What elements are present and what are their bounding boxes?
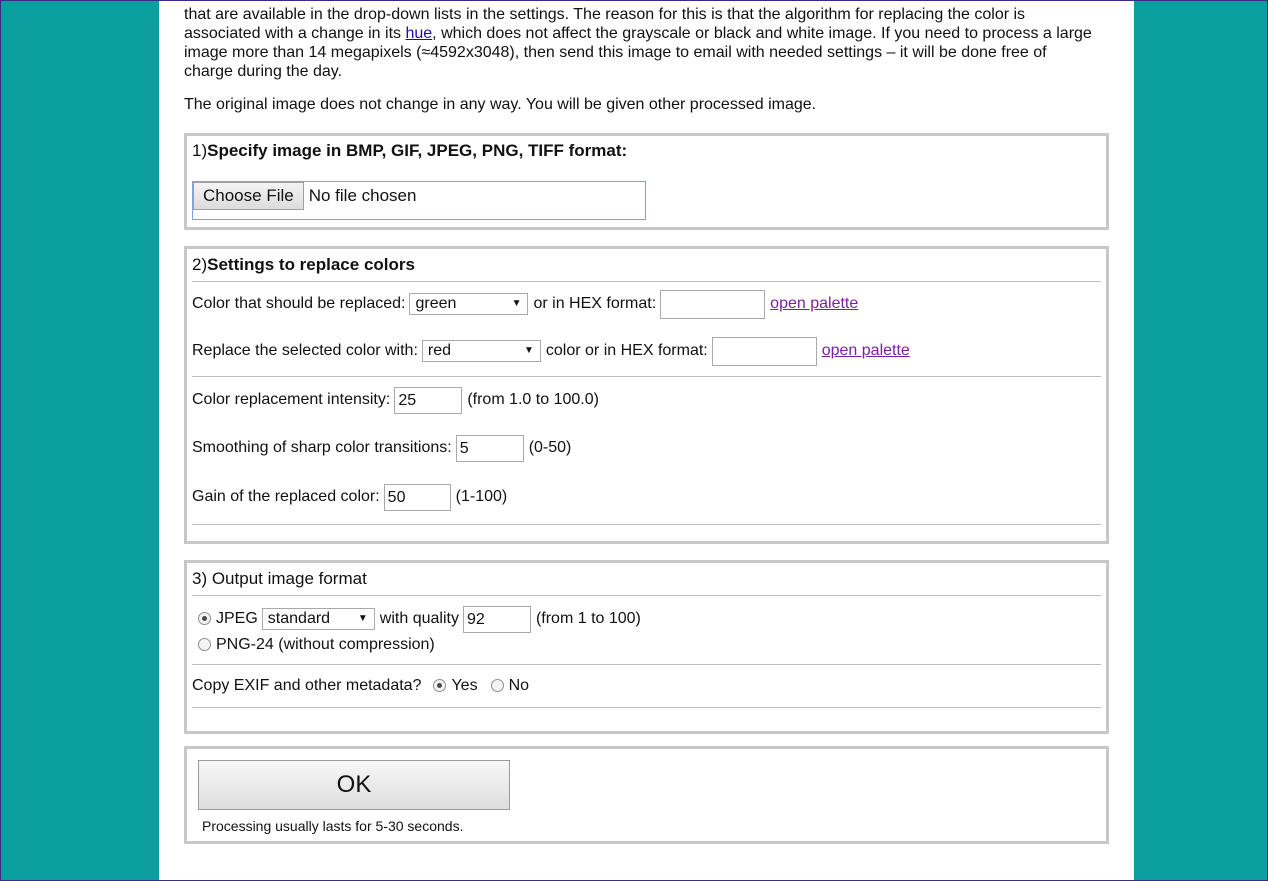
section2-title: Settings to replace colors [207,255,415,274]
gain-row: Gain of the replaced color: 50 (1-100) [192,473,1101,521]
divider [192,707,1101,708]
intensity-input[interactable]: 25 [394,386,463,414]
replace-color-row: Color that should be replaced: green ▼ o… [192,282,1101,326]
smoothing-input[interactable]: 5 [455,434,524,462]
png-label: PNG-24 (without compression) [216,636,435,653]
quality-input[interactable]: 92 [462,605,531,633]
jpeg-mode-value: standard [267,610,331,627]
exif-no-radio[interactable] [490,678,504,692]
exif-no-label: No [508,677,530,694]
intro-line-2-rest: , which does not affect the grayscale or… [432,25,1092,42]
section1-title: Specify image in BMP, GIF, JPEG, PNG, TI… [207,141,628,160]
replace-with-row: Replace the selected color with: red ▼ c… [192,326,1101,376]
open-palette-link-1[interactable]: open palette [770,295,858,313]
ok-button[interactable]: OK [198,760,510,810]
quality-range: (from 1 to 100) [535,610,641,627]
open-palette-link-2[interactable]: open palette [822,342,910,360]
chevron-down-icon: ▼ [357,613,368,624]
replace-color-label: Color that should be replaced: [192,295,406,312]
with-hex-label: color or in HEX format: [545,342,708,359]
intensity-row: Color replacement intensity: 25 (from 1.… [192,377,1101,423]
divider [192,524,1101,525]
section2-number: 2) [192,255,208,274]
intensity-range: (from 1.0 to 100.0) [467,391,599,408]
smoothing-label: Smoothing of sharp color transitions: [192,439,452,456]
section1-number: 1) [192,141,208,160]
intensity-label: Color replacement intensity: [192,391,391,408]
replace-color-select[interactable]: green ▼ [409,293,529,315]
section1-heading: 1) Specify image in BMP, GIF, JPEG, PNG,… [192,136,1101,166]
intro-line-1: that are available in the drop-down list… [184,6,1026,23]
section3-title: 3) Output image format [192,569,367,588]
main-content: that are available in the drop-down list… [184,0,1109,844]
png-row: PNG-24 (without compression) [192,634,1101,656]
image-upload-section: 1) Specify image in BMP, GIF, JPEG, PNG,… [184,133,1109,230]
processing-note: Processing usually lasts for 5-30 second… [202,818,464,834]
chevron-down-icon: ▼ [511,298,522,309]
choose-file-button[interactable]: Choose File [193,182,304,210]
replace-hex-input[interactable] [660,289,766,319]
intro-line-3: image more than 14 megapixels (≈4592x304… [184,44,1047,61]
original-note: The original image does not change in an… [184,96,817,113]
exif-label: Copy EXIF and other metadata? [192,677,422,694]
replace-settings-section: 2) Settings to replace colors Color that… [184,246,1109,544]
file-status: No file chosen [308,186,417,205]
exif-yes-label: Yes [451,677,478,694]
exif-row: Copy EXIF and other metadata? Yes No [192,665,1101,707]
submit-section: OK Processing usually lasts for 5-30 sec… [184,746,1109,844]
section2-heading: 2) Settings to replace colors [192,249,1101,281]
intro-text: that are available in the drop-down list… [184,0,1109,81]
smoothing-row: Smoothing of sharp color transitions: 5 … [192,423,1101,473]
png-radio[interactable] [198,637,211,651]
exif-yes-radio[interactable] [433,678,447,692]
replace-hex-label: or in HEX format: [533,295,657,312]
replace-with-value: red [427,342,452,359]
file-input[interactable]: Choose File No file chosen [192,181,646,220]
quality-label: with quality [379,610,459,627]
chevron-down-icon: ▼ [524,345,534,356]
with-hex-input[interactable] [711,336,817,366]
jpeg-label: JPEG [216,610,258,627]
page-container: that are available in the drop-down list… [159,0,1134,881]
replace-with-label: Replace the selected color with: [192,342,418,359]
smoothing-range: (0-50) [528,439,572,456]
gain-range: (1-100) [455,488,508,505]
jpeg-mode-select[interactable]: standard ▼ [261,608,375,630]
jpeg-radio[interactable] [198,611,211,625]
intro-line-4: charge during the day. [184,63,343,80]
hue-link[interactable]: hue [405,25,432,42]
intro-line-2: associated with a change in its [184,25,406,42]
replace-with-select[interactable]: red ▼ [421,340,541,362]
gain-label: Gain of the replaced color: [192,488,380,505]
replace-color-value: green [415,295,457,312]
output-format-section: 3) Output image format JPEG standard ▼ w… [184,560,1109,734]
gain-input[interactable]: 50 [383,483,451,511]
